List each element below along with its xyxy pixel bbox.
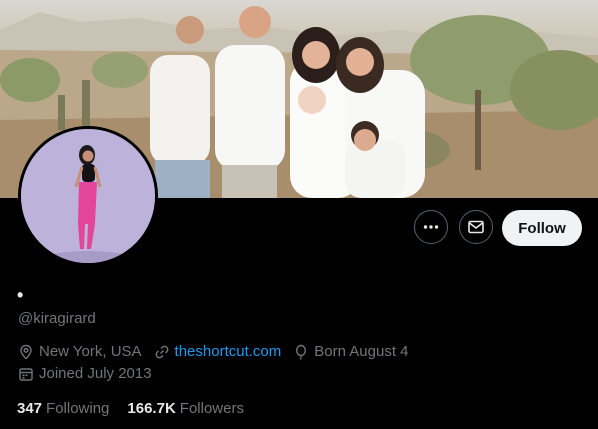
birthday-item: Born August 4 <box>293 343 409 360</box>
following-label: Following <box>46 400 110 417</box>
following-stat[interactable]: 347 Following <box>17 400 109 417</box>
balloon-icon <box>296 344 307 360</box>
birthday-text: Born August 4 <box>314 343 409 360</box>
location-text: New York, USA <box>39 343 142 360</box>
joined-row: Joined July 2013 <box>18 365 164 382</box>
location-item: New York, USA <box>18 343 142 360</box>
calendar-icon <box>19 367 33 381</box>
followers-stat[interactable]: 166.7K Followers <box>127 400 244 417</box>
link-icon <box>155 345 168 358</box>
follow-stats: 347 Following 166.7K Followers <box>17 400 262 417</box>
more-button[interactable] <box>414 210 448 244</box>
user-handle: @kiragirard <box>18 310 96 327</box>
website-item[interactable]: theshortcut.com <box>154 343 282 360</box>
follow-button[interactable]: Follow <box>502 210 582 246</box>
envelope-icon <box>468 220 484 234</box>
profile-avatar[interactable] <box>18 126 158 266</box>
display-name: • <box>17 285 24 305</box>
profile-meta: New York, USA theshortcut.com Born Augus… <box>18 343 421 360</box>
avatar-photo <box>21 129 155 263</box>
more-icon <box>423 225 439 229</box>
message-button[interactable] <box>459 210 493 244</box>
followers-count: 166.7K <box>127 400 176 417</box>
website-link[interactable]: theshortcut.com <box>175 343 282 360</box>
following-count: 347 <box>17 400 43 417</box>
location-pin-icon <box>20 344 32 359</box>
followers-label: Followers <box>179 400 244 417</box>
joined-item: Joined July 2013 <box>18 365 152 382</box>
joined-text: Joined July 2013 <box>39 365 152 382</box>
